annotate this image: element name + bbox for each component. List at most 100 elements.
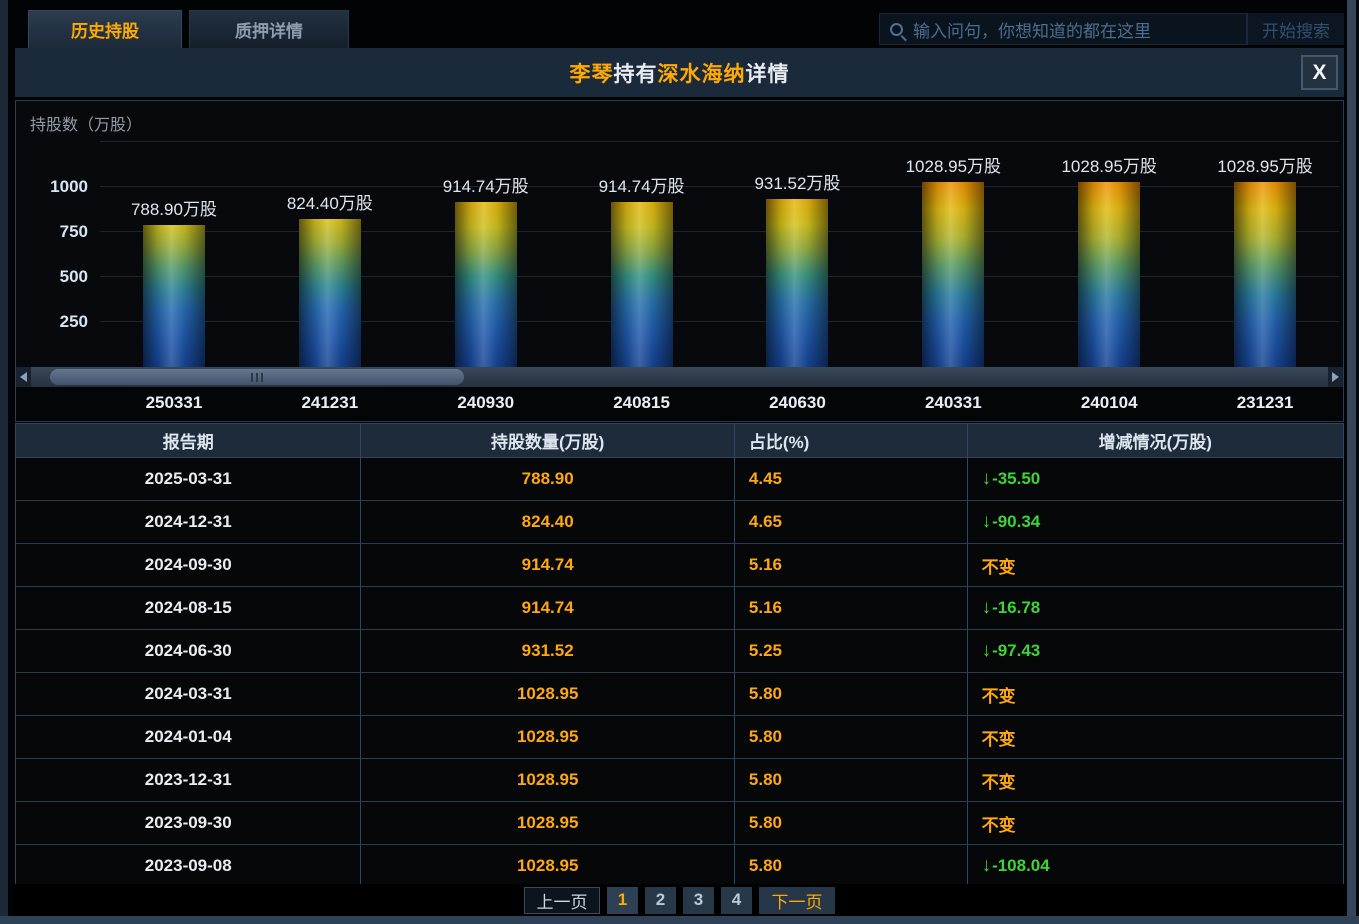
percent-cell: 5.16 (734, 544, 968, 587)
bar-value-label: 1028.95万股 (1217, 157, 1313, 176)
title-part: 李琴 (569, 62, 614, 86)
table-header-cell: 占比(%) (734, 424, 968, 458)
report-date-cell: 2024-03-31 (16, 673, 362, 716)
title-part: 深水海纳 (657, 62, 746, 86)
percent-cell: 5.80 (734, 673, 968, 716)
percent-cell: 5.80 (734, 759, 968, 802)
tab-history-holdings[interactable]: 历史持股 (28, 10, 182, 48)
holdings-chart-panel: 持股数（万股） 250 500 750 1000 788.90万股 824.40万股 914… (15, 100, 1344, 422)
report-date-cell: 2024-01-04 (16, 716, 362, 759)
table-row[interactable]: 2023-12-31 1028.95 5.80 不变 (16, 759, 1343, 802)
table-header-cell: 持股数量(万股) (361, 424, 735, 458)
search-placeholder: 输入问句，你想知道的都在这里 (913, 21, 1151, 41)
table-row[interactable]: 2024-09-30 914.74 5.16 不变 (16, 544, 1343, 587)
table-row[interactable]: 2024-06-30 931.52 5.25 ↓ -97.43 (16, 630, 1343, 673)
window-bottom-border (0, 916, 1359, 924)
holding-bar[interactable] (766, 199, 829, 367)
bar-value-label: 1028.95万股 (905, 157, 1002, 176)
holding-bar[interactable] (922, 182, 985, 367)
table-header-row: 报告期 持股数量(万股) 占比(%) 增减情况(万股) (16, 424, 1343, 458)
table-row[interactable]: 2025-03-31 788.90 4.45 ↓ -35.50 (16, 458, 1343, 501)
bar-value-label: 824.40万股 (286, 194, 373, 213)
table-row[interactable]: 2024-12-31 824.40 4.65 ↓ -90.34 (16, 501, 1343, 544)
percent-cell: 5.80 (734, 845, 968, 888)
report-date-cell: 2024-12-31 (16, 501, 362, 544)
report-date-cell: 2024-09-30 (16, 544, 362, 587)
page-button-4[interactable]: 4 (721, 886, 752, 914)
y-tick-label: 750 (59, 221, 88, 241)
title-part: 详情 (745, 62, 790, 86)
y-axis-title: 持股数（万股） (30, 117, 143, 134)
holdings-table: 报告期 持股数量(万股) 占比(%) 增减情况(万股) 2025-03-31 788.90… (15, 423, 1344, 888)
tab-bar: 历史持股 质押详情 输入问句，你想知道的都在这里 开始搜索 (15, 10, 1344, 48)
table-row[interactable]: 2023-09-08 1028.95 5.80 ↓ -108.04 (16, 845, 1343, 888)
holding-qty-cell: 788.90 (361, 458, 735, 501)
holding-qty-cell: 1028.95 (361, 673, 735, 716)
bar-slot: 931.52万股 (720, 141, 876, 367)
percent-cell: 5.80 (734, 802, 968, 845)
table-row[interactable]: 2023-09-30 1028.95 5.80 不变 (16, 802, 1343, 845)
table-row[interactable]: 2024-08-15 914.74 5.16 ↓ -16.78 (16, 587, 1343, 630)
page-button-2[interactable]: 2 (645, 886, 676, 914)
x-axis-label: 250331 (145, 393, 203, 412)
change-cell: 不变 (967, 759, 1343, 802)
search-submit-button[interactable]: 开始搜索 (1247, 13, 1344, 45)
window-right-border (1347, 0, 1356, 924)
bar-value-label: 1028.95万股 (1061, 157, 1157, 176)
bar-slot: 1028.95万股 (1031, 141, 1187, 367)
bar-value-label: 931.52万股 (754, 174, 841, 193)
holding-bar[interactable] (298, 219, 361, 367)
holding-bar[interactable] (454, 202, 517, 367)
percent-cell: 4.45 (734, 458, 968, 501)
table-header-cell: 报告期 (16, 424, 362, 458)
change-cell: ↓ -90.34 (967, 501, 1343, 544)
prev-page-button[interactable]: 上一页 (524, 886, 600, 914)
y-tick-label: 250 (59, 311, 88, 331)
pagination: 上一页 1 2 3 4 下一页 (15, 884, 1344, 916)
x-axis-label: 240630 (769, 393, 826, 412)
down-arrow-icon: ↓ (981, 640, 992, 661)
x-axis-label: 231231 (1236, 393, 1294, 412)
x-axis-label: 240104 (1080, 393, 1138, 412)
search-icon (890, 22, 903, 36)
scrollbar-track[interactable] (31, 367, 1328, 387)
y-tick-label: 1000 (50, 176, 88, 196)
holding-bar[interactable] (142, 225, 205, 367)
holding-qty-cell: 1028.95 (361, 802, 735, 845)
dialog-title-bar: 李琴持有深水海纳详情 X (15, 48, 1344, 97)
bar-slot: 1028.95万股 (875, 141, 1031, 367)
close-button[interactable]: X (1301, 55, 1338, 90)
table-row[interactable]: 2024-01-04 1028.95 5.80 不变 (16, 716, 1343, 759)
x-axis-label: 240815 (613, 393, 670, 412)
search-input[interactable]: 输入问句，你想知道的都在这里 (879, 13, 1247, 45)
next-page-button[interactable]: 下一页 (759, 886, 835, 914)
x-axis-label: 240930 (457, 393, 515, 412)
y-tick-label: 500 (59, 266, 88, 286)
holding-bar[interactable] (610, 202, 673, 367)
holding-bar[interactable] (1078, 182, 1141, 367)
down-arrow-icon: ↓ (981, 855, 992, 876)
main-content: 历史持股 质押详情 输入问句，你想知道的都在这里 开始搜索 李琴持有深水海纳详情… (15, 0, 1344, 916)
report-date-cell: 2023-12-31 (16, 759, 362, 802)
report-date-cell: 2023-09-30 (16, 802, 362, 845)
change-cell: 不变 (967, 716, 1343, 759)
scrollbar-left-arrow-icon[interactable] (16, 367, 31, 387)
down-arrow-icon: ↓ (981, 511, 992, 532)
holding-bar[interactable] (1234, 182, 1297, 367)
holding-qty-cell: 914.74 (361, 544, 735, 587)
holding-qty-cell: 1028.95 (361, 845, 735, 888)
bar-slot: 788.90万股 (96, 141, 252, 367)
tab-pledge-details[interactable]: 质押详情 (189, 10, 349, 48)
change-cell: ↓ -35.50 (967, 458, 1343, 501)
table-header-cell: 增减情况(万股) (967, 424, 1343, 458)
page-button-3[interactable]: 3 (683, 886, 714, 914)
table-row[interactable]: 2024-03-31 1028.95 5.80 不变 (16, 673, 1343, 716)
report-date-cell: 2023-09-08 (16, 845, 362, 888)
scrollbar-right-arrow-icon[interactable] (1328, 367, 1343, 387)
page-button-1[interactable]: 1 (607, 886, 638, 914)
change-cell: ↓ -97.43 (967, 630, 1343, 673)
holding-qty-cell: 1028.95 (361, 759, 735, 802)
down-arrow-icon: ↓ (981, 597, 992, 618)
scrollbar-thumb[interactable] (50, 369, 464, 385)
holding-qty-cell: 931.52 (361, 630, 735, 673)
